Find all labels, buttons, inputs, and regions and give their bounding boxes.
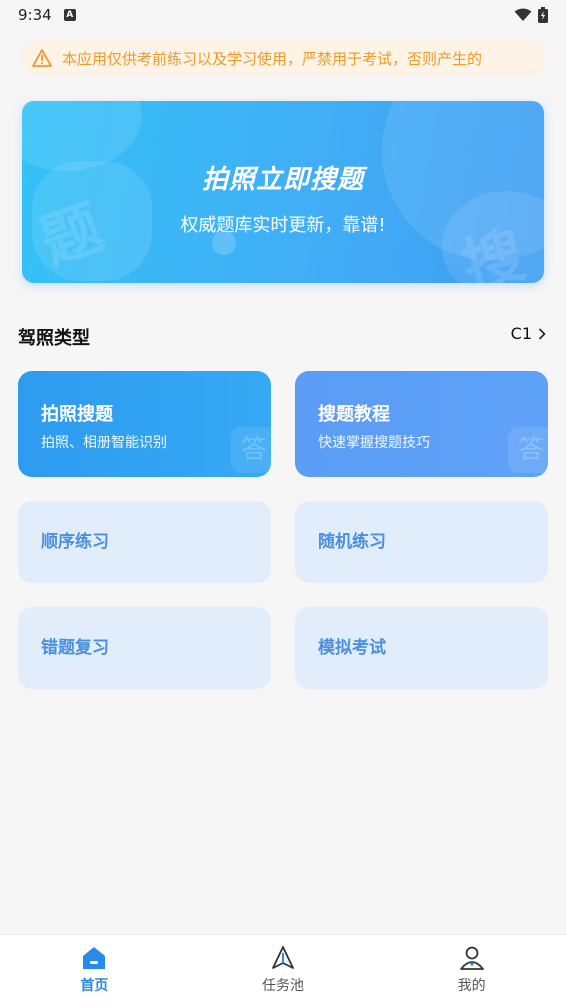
user-icon xyxy=(459,946,484,970)
nav-home[interactable]: 首页 xyxy=(0,935,189,1006)
battery-icon xyxy=(538,7,548,23)
card-deco-icon: 答 xyxy=(508,427,548,473)
nav-home-label: 首页 xyxy=(80,978,109,994)
wrong-review-card[interactable]: 错题复习 xyxy=(18,607,271,689)
task-pool-icon xyxy=(272,946,294,969)
search-tutorial-desc: 快速掌握搜题技巧 xyxy=(318,435,430,451)
random-practice-label: 随机练习 xyxy=(318,532,386,552)
home-icon xyxy=(83,947,106,969)
mock-exam-label: 模拟考试 xyxy=(318,638,386,658)
notice-text: 本应用仅供考前练习以及学习使用，严禁用于考试，否则产生的 xyxy=(62,49,483,68)
status-bar: 9:34 A xyxy=(0,0,566,30)
nav-mine[interactable]: 我的 xyxy=(377,935,566,1006)
photo-search-title: 拍照搜题 xyxy=(41,404,113,425)
chevron-right-icon xyxy=(538,327,546,340)
wifi-icon xyxy=(514,8,532,21)
mock-exam-card[interactable]: 模拟考试 xyxy=(295,607,548,689)
nav-tasks-label: 任务池 xyxy=(262,978,304,994)
wrong-review-label: 错题复习 xyxy=(41,638,109,658)
nav-tasks[interactable]: 任务池 xyxy=(189,935,378,1006)
license-type-selector[interactable]: C1 xyxy=(511,324,546,343)
banner-subtitle: 权威题库实时更新，靠谱! xyxy=(180,215,386,236)
warning-icon xyxy=(32,49,52,67)
notice-banner[interactable]: 本应用仅供考前练习以及学习使用，严禁用于考试，否则产生的 xyxy=(20,40,546,76)
banner-title: 拍照立即搜题 xyxy=(201,165,364,195)
nav-mine-label: 我的 xyxy=(457,978,486,994)
license-type-title: 驾照类型 xyxy=(18,328,90,349)
status-time: 9:34 xyxy=(18,6,52,24)
search-tutorial-title: 搜题教程 xyxy=(318,404,390,425)
photo-search-card[interactable]: 拍照搜题 拍照、相册智能识别 答 xyxy=(18,371,271,477)
card-deco-icon: 答 xyxy=(231,427,271,473)
search-tutorial-card[interactable]: 搜题教程 快速掌握搜题技巧 答 xyxy=(295,371,548,477)
photo-search-banner[interactable]: 题 搜 拍照立即搜题 权威题库实时更新，靠谱! xyxy=(22,101,544,283)
bottom-nav: 首页 任务池 我的 xyxy=(0,934,566,1006)
sequential-practice-card[interactable]: 顺序练习 xyxy=(18,501,271,583)
photo-search-desc: 拍照、相册智能识别 xyxy=(41,435,167,451)
sequential-practice-label: 顺序练习 xyxy=(41,532,109,552)
notification-icon: A xyxy=(63,9,76,21)
license-type-value: C1 xyxy=(510,324,532,343)
random-practice-card[interactable]: 随机练习 xyxy=(295,501,548,583)
